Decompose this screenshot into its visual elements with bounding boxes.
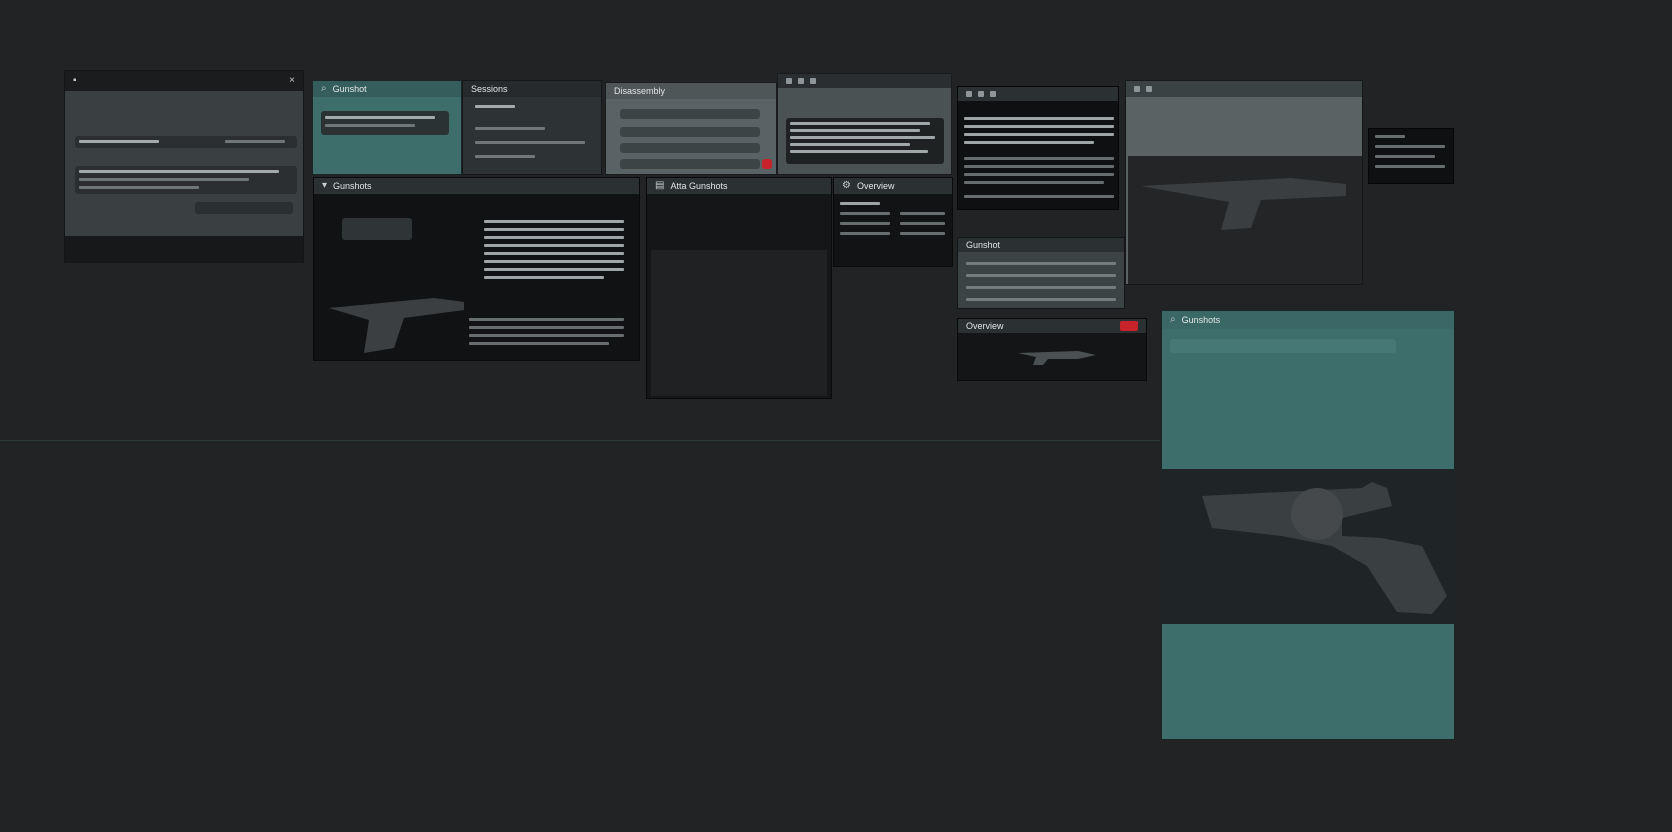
window-gunshots-viewer[interactable]: ▾ Gunshots	[313, 177, 640, 361]
window-gun-preview[interactable]	[1125, 80, 1363, 285]
input-field[interactable]	[620, 143, 760, 153]
window-gunshot-teal[interactable]: ⌕ Gunshot	[312, 80, 462, 175]
status-bar	[65, 236, 303, 262]
titlebar[interactable]: Gunshot	[958, 238, 1124, 252]
window-title: Gunshots	[333, 181, 372, 191]
window-title: Gunshot	[966, 240, 1001, 250]
titlebar[interactable]: Sessions	[463, 81, 601, 97]
list-row[interactable]	[1170, 339, 1396, 353]
window-title: Gunshots	[1181, 315, 1221, 325]
chevron-down-icon[interactable]: ▾	[322, 181, 327, 191]
window-parameters[interactable]	[957, 86, 1119, 210]
gear-icon[interactable]: ⚙	[842, 181, 851, 191]
window-overview-small[interactable]: Overview	[957, 318, 1147, 381]
window-overview[interactable]: ⚙ Overview	[833, 177, 953, 267]
titlebar[interactable]: ▾ Gunshots	[314, 178, 639, 194]
titlebar[interactable]	[958, 87, 1118, 101]
window-left-panel-titlebar[interactable]: ▪ ×	[65, 71, 303, 91]
titlebar[interactable]: Overview	[958, 319, 1146, 333]
revolver-image	[1202, 482, 1447, 614]
titlebar[interactable]: ⚙ Overview	[834, 178, 952, 194]
window-title: Sessions	[471, 84, 508, 94]
input-field[interactable]	[620, 127, 760, 137]
input-field[interactable]	[620, 159, 760, 169]
toolbar-row[interactable]	[195, 202, 293, 214]
window-title: Disassembly	[614, 86, 666, 96]
titlebar[interactable]: ▤ Atta Gunshots	[647, 178, 831, 194]
titlebar[interactable]: ⌕ Gunshots	[1162, 311, 1454, 329]
window-title: Atta Gunshots	[670, 181, 728, 191]
window-text-document[interactable]	[777, 73, 952, 175]
divider	[0, 440, 1160, 441]
input-field[interactable]	[620, 109, 760, 119]
app-icon: ▪	[73, 75, 77, 86]
window-gunshot-settings[interactable]: Gunshot	[957, 237, 1125, 309]
titlebar[interactable]	[778, 74, 951, 88]
close-icon[interactable]: ×	[289, 76, 295, 86]
window-gunshots-teal[interactable]: ⌕ Gunshots	[1161, 310, 1455, 740]
window-title: Gunshot	[332, 84, 367, 94]
revolver-image	[1141, 178, 1346, 230]
window-title: Overview	[966, 321, 1004, 331]
document-pane	[651, 250, 827, 396]
titlebar[interactable]: Disassembly	[606, 83, 776, 99]
titlebar[interactable]	[1126, 81, 1362, 97]
window-atta-gunshots[interactable]: ▤ Atta Gunshots	[646, 177, 832, 399]
message-box	[321, 111, 449, 135]
window-disassembly[interactable]: Disassembly	[605, 82, 777, 175]
window-tooltip[interactable]	[1368, 128, 1454, 184]
revolver-image	[329, 298, 464, 353]
window-title: Overview	[856, 181, 895, 191]
window-left-panel[interactable]: ▪ ×	[64, 70, 304, 263]
revolver-image	[1018, 351, 1096, 365]
window-sessions[interactable]: Sessions	[462, 80, 602, 175]
search-icon[interactable]: ⌕	[321, 84, 327, 94]
warning-icon[interactable]	[762, 159, 772, 169]
warning-icon[interactable]	[1120, 321, 1138, 331]
search-icon[interactable]: ⌕	[1170, 315, 1176, 325]
search-input[interactable]	[342, 218, 412, 240]
file-icon: ▤	[655, 180, 665, 191]
titlebar[interactable]: ⌕ Gunshot	[313, 81, 461, 97]
